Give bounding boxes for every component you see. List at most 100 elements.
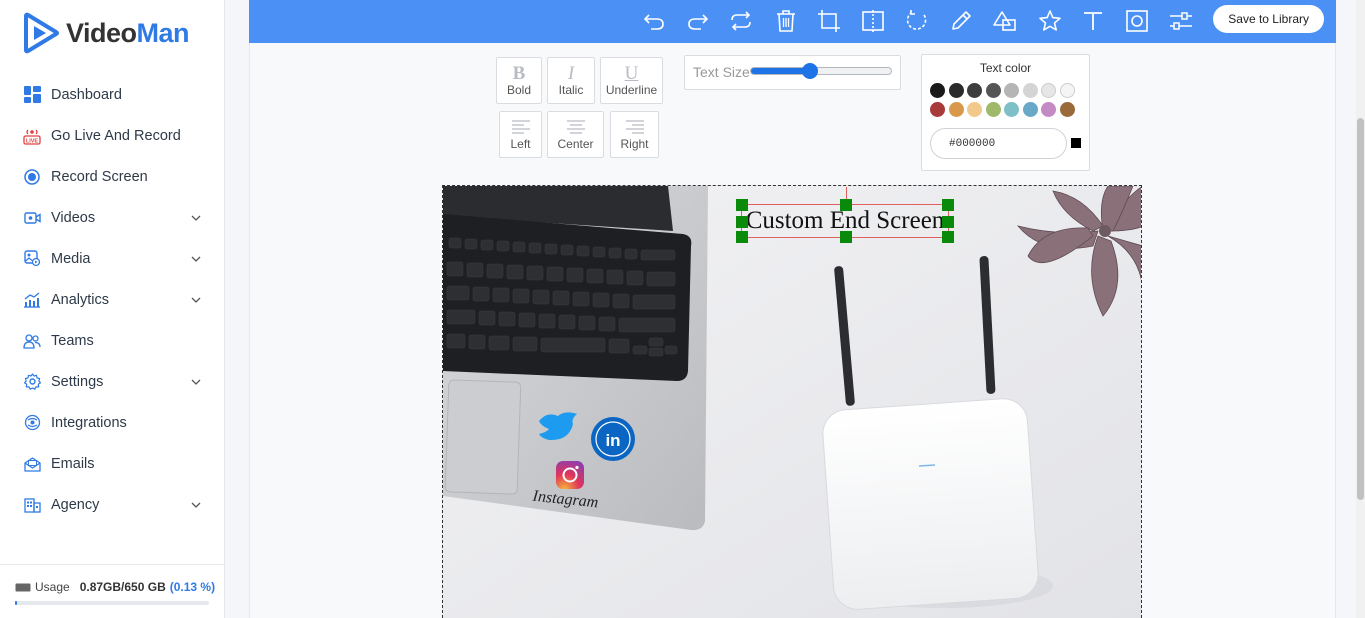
- text-size-control: Text Size: [684, 55, 901, 90]
- rotate-icon: [906, 10, 927, 30]
- usage-progress: [15, 601, 209, 605]
- align-right-button[interactable]: Right: [610, 111, 659, 158]
- color-swatch[interactable]: [967, 102, 982, 117]
- pencil-icon: [952, 11, 971, 30]
- integrations-icon: [23, 414, 41, 432]
- undo-icon: [643, 14, 664, 30]
- teams-icon: [23, 332, 41, 350]
- rotate-button[interactable]: [903, 7, 931, 35]
- align-left-button[interactable]: Left: [499, 111, 542, 158]
- text-button[interactable]: [1079, 7, 1107, 35]
- analytics-icon: [23, 291, 41, 309]
- align-right-label: Right: [620, 137, 649, 151]
- color-swatch[interactable]: [1041, 102, 1056, 117]
- text-size-slider[interactable]: [750, 63, 892, 79]
- color-swatch[interactable]: [930, 102, 945, 117]
- color-swatch[interactable]: [1022, 102, 1038, 117]
- repeat-icon: [731, 11, 751, 31]
- color-swatch[interactable]: [930, 83, 945, 98]
- italic-label: Italic: [558, 83, 584, 97]
- draw-button[interactable]: [947, 7, 975, 35]
- video-icon: [23, 209, 41, 227]
- shape-button[interactable]: [991, 7, 1019, 35]
- italic-button[interactable]: I Italic: [547, 57, 595, 104]
- color-swatch[interactable]: [1004, 102, 1019, 117]
- sidebar-nav: Dashboard LIVE Go Live And Record Record…: [0, 74, 224, 525]
- sidebar-item-agency[interactable]: Agency: [0, 484, 224, 525]
- sidebar-item-record-screen[interactable]: Record Screen: [0, 156, 224, 197]
- hex-color-input[interactable]: [930, 128, 1067, 159]
- align-left-label: Left: [510, 137, 531, 151]
- image-canvas[interactable]: in Instagram Custom End Screen: [442, 185, 1142, 618]
- align-left-icon: [512, 120, 530, 134]
- bold-label: Bold: [506, 83, 532, 97]
- color-swatch[interactable]: [948, 83, 964, 98]
- color-swatch[interactable]: [1059, 102, 1075, 117]
- resize-handle-top[interactable]: [840, 199, 852, 211]
- delete-button[interactable]: [772, 7, 800, 35]
- sidebar-item-label: Go Live And Record: [51, 127, 181, 144]
- italic-glyph-icon: I: [567, 63, 575, 84]
- sidebar-item-videos[interactable]: Videos: [0, 197, 224, 238]
- sidebar-item-go-live[interactable]: LIVE Go Live And Record: [0, 115, 224, 156]
- logo-text: VideoMan: [66, 17, 190, 48]
- resize-handle-top-right[interactable]: [942, 199, 954, 211]
- logo[interactable]: VideoMan: [24, 12, 190, 54]
- sidebar-item-integrations[interactable]: Integrations: [0, 402, 224, 443]
- underline-button[interactable]: U Underline: [600, 57, 663, 104]
- resize-handle-bottom-right[interactable]: [942, 231, 954, 243]
- resize-handle-left[interactable]: [736, 216, 748, 228]
- undo-button[interactable]: [640, 7, 668, 35]
- resize-handle-bottom[interactable]: [840, 231, 852, 243]
- color-swatch[interactable]: [1041, 83, 1056, 98]
- sidebar-item-emails[interactable]: Emails: [0, 443, 224, 484]
- svg-text:LIVE: LIVE: [26, 138, 39, 144]
- color-swatch[interactable]: [1004, 83, 1019, 98]
- resize-handle-right[interactable]: [942, 216, 954, 228]
- usage-panel: Usage 0.87GB/650 GB (0.13 %): [0, 564, 224, 618]
- resize-handle-top-left[interactable]: [736, 199, 748, 211]
- underline-glyph-icon: U: [624, 63, 639, 84]
- record-icon: [23, 168, 41, 186]
- text-color-title: Text color: [979, 61, 1032, 75]
- filter-icon: [1170, 12, 1192, 30]
- media-icon: [23, 250, 41, 268]
- bold-button[interactable]: B Bold: [496, 57, 542, 104]
- filter-button[interactable]: [1167, 7, 1195, 35]
- color-swatch[interactable]: [985, 102, 1001, 117]
- sidebar-item-label: Settings: [51, 373, 104, 390]
- usage-label: Usage: [35, 580, 70, 594]
- sidebar-item-teams[interactable]: Teams: [0, 320, 224, 361]
- color-swatch[interactable]: [985, 83, 1001, 98]
- sidebar-item-dashboard[interactable]: Dashboard: [0, 74, 224, 115]
- text-size-slider-thumb[interactable]: [801, 63, 818, 79]
- sidebar-item-media[interactable]: Media: [0, 238, 224, 279]
- page-scrollbar-thumb[interactable]: [1357, 118, 1364, 500]
- play-logo-icon: [24, 12, 59, 54]
- redo-button[interactable]: [684, 7, 712, 35]
- sidebar-item-settings[interactable]: Settings: [0, 361, 224, 402]
- crop-button[interactable]: [815, 7, 843, 35]
- color-swatch[interactable]: [1059, 83, 1075, 98]
- usage-row: Usage 0.87GB/650 GB (0.13 %): [15, 580, 215, 594]
- sidebar-item-label: Integrations: [51, 414, 127, 431]
- icon-button[interactable]: [1036, 7, 1064, 35]
- save-to-library-button[interactable]: Save to Library: [1213, 5, 1324, 33]
- color-swatch[interactable]: [948, 102, 964, 117]
- flip-button[interactable]: [859, 7, 887, 35]
- selected-text-object[interactable]: Custom End Screen: [736, 187, 954, 243]
- crop-icon: [818, 10, 840, 32]
- align-center-button[interactable]: Center: [547, 111, 604, 158]
- color-preview-chip: [1071, 138, 1081, 148]
- mask-icon: [1126, 10, 1148, 32]
- sidebar-item-label: Agency: [51, 496, 100, 513]
- text-icon: [1084, 12, 1102, 30]
- flip-icon: [862, 10, 884, 32]
- mask-button[interactable]: [1123, 7, 1151, 35]
- resize-handle-bottom-left[interactable]: [736, 231, 748, 243]
- chevron-down-icon: [191, 379, 201, 385]
- color-swatch[interactable]: [967, 83, 982, 98]
- sidebar-item-analytics[interactable]: Analytics: [0, 279, 224, 320]
- repeat-button[interactable]: [727, 7, 755, 35]
- color-swatch[interactable]: [1022, 83, 1038, 98]
